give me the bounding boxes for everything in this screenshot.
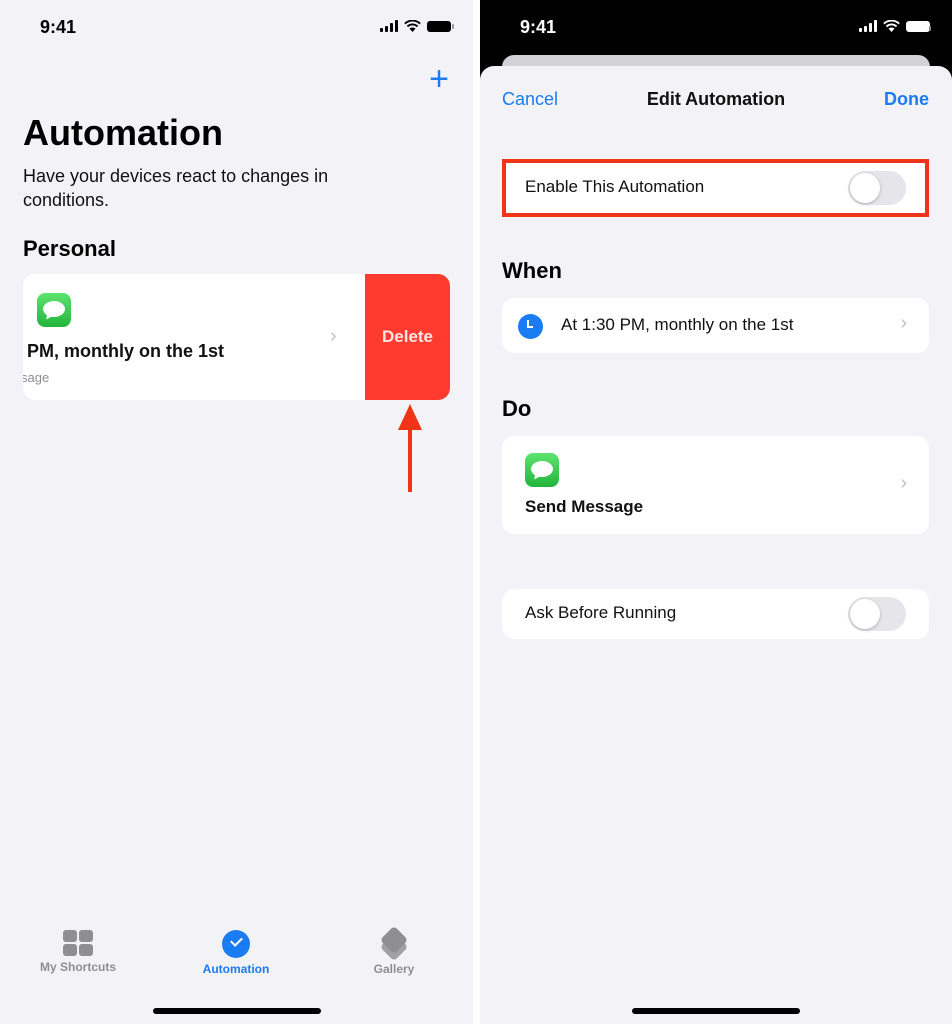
ask-before-running-label: Ask Before Running xyxy=(525,603,677,622)
cellular-signal-icon xyxy=(380,20,398,32)
chevron-right-icon: › xyxy=(900,312,907,334)
section-heading-do: Do xyxy=(502,396,532,421)
chevron-right-icon: › xyxy=(900,472,907,494)
tab-automation[interactable]: Automation xyxy=(176,930,296,976)
tab-label: My Shortcuts xyxy=(39,960,116,974)
wifi-icon xyxy=(883,20,900,32)
status-time: 9:41 xyxy=(520,17,557,37)
tab-label: Automation xyxy=(202,962,270,976)
tab-label: Gallery xyxy=(373,962,415,976)
messages-icon xyxy=(525,453,559,487)
ask-before-running-row: Ask Before Running xyxy=(502,589,929,639)
automation-list-screen: 9:41 + Automation Have your devices reac… xyxy=(0,0,473,1024)
home-indicator xyxy=(152,1008,321,1014)
tab-my-shortcuts[interactable]: My Shortcuts xyxy=(18,930,138,974)
enable-automation-toggle[interactable] xyxy=(848,171,906,205)
automation-trigger-text: PM, monthly on the 1st xyxy=(27,341,225,361)
status-bar: 9:41 xyxy=(0,0,473,56)
enable-automation-row: Enable This Automation xyxy=(502,162,929,214)
cellular-signal-icon xyxy=(859,20,877,32)
trigger-text: At 1:30 PM, monthly on the 1st xyxy=(561,315,794,334)
tab-gallery[interactable]: Gallery xyxy=(334,925,454,976)
automation-action-text: sage xyxy=(23,370,50,385)
page-subtitle: Have your devices react to changes in co… xyxy=(23,166,329,210)
delete-button[interactable]: Delete xyxy=(365,274,450,400)
status-bar: 9:41 xyxy=(480,0,952,56)
clock-check-icon xyxy=(222,930,250,958)
ask-before-running-toggle[interactable] xyxy=(848,597,906,631)
chevron-right-icon: › xyxy=(330,325,337,347)
automation-list-item[interactable]: PM, monthly on the 1st sage › Delete xyxy=(23,274,450,400)
layers-icon xyxy=(379,925,409,962)
trigger-row[interactable]: At 1:30 PM, monthly on the 1st › xyxy=(502,298,929,353)
done-button[interactable]: Done xyxy=(884,89,929,110)
section-heading-when: When xyxy=(502,258,562,283)
grid-icon xyxy=(63,930,93,956)
section-heading-personal: Personal xyxy=(23,236,116,261)
annotation-arrow-icon xyxy=(398,404,422,492)
tab-bar: My Shortcuts Automation Gallery xyxy=(0,925,473,990)
cancel-button[interactable]: Cancel xyxy=(502,89,558,110)
status-time: 9:41 xyxy=(40,17,77,37)
home-indicator xyxy=(632,1008,800,1014)
page-title: Automation xyxy=(23,112,223,153)
add-automation-button[interactable]: + xyxy=(429,62,449,96)
clock-icon xyxy=(518,314,543,339)
action-row[interactable]: Send Message › xyxy=(502,436,929,534)
edit-sheet: Edit Automation Cancel Done Enable This … xyxy=(480,66,952,1024)
battery-icon xyxy=(906,20,931,32)
enable-automation-label: Enable This Automation xyxy=(525,177,705,196)
messages-icon xyxy=(37,293,71,327)
edit-automation-screen: 9:41 Edit Automation Cancel Done Enable … xyxy=(480,0,952,1024)
action-text: Send Message xyxy=(525,497,644,516)
wifi-icon xyxy=(404,20,421,32)
battery-icon xyxy=(427,20,454,32)
